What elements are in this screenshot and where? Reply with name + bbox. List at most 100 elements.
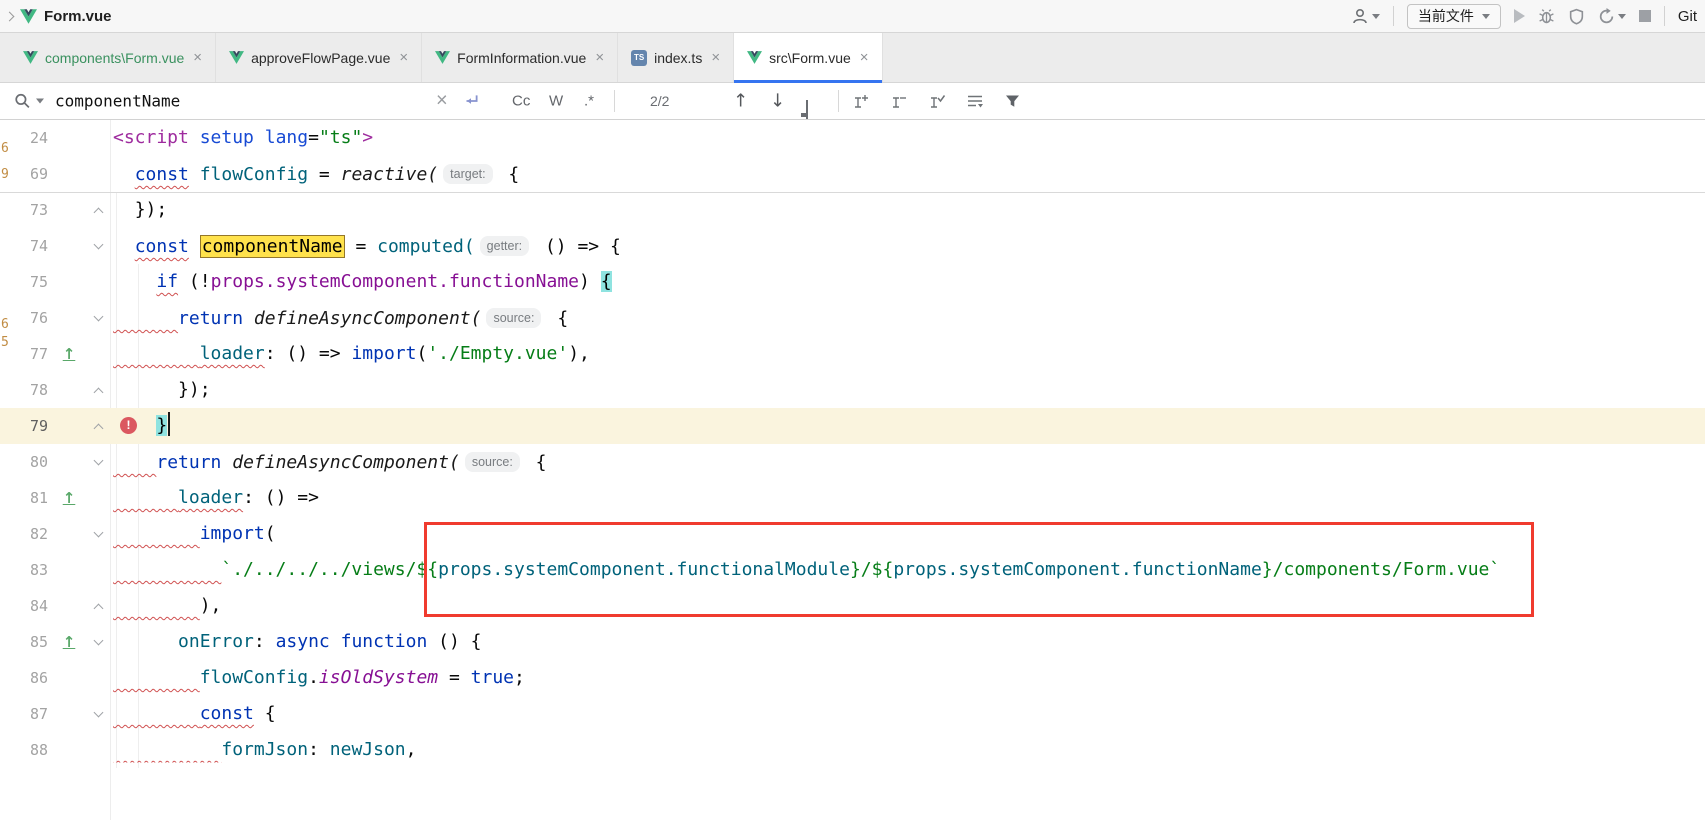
user-account-button[interactable] — [1351, 7, 1380, 25]
code-line[interactable]: 69 const flowConfig = reactive(target: { — [0, 156, 1705, 192]
code-text[interactable]: formJson: newJson, — [110, 732, 1705, 768]
code-text[interactable]: }); — [110, 372, 1705, 408]
navigate-up-gutter-icon[interactable]: ↑ — [60, 480, 78, 516]
code-text[interactable]: <script setup lang="ts"> — [110, 120, 1705, 156]
code-text[interactable]: flowConfig.isOldSystem = true; — [110, 660, 1705, 696]
line-number[interactable]: 78 — [0, 372, 48, 408]
code-line[interactable]: 76 return defineAsyncComponent(source: { — [0, 300, 1705, 336]
code-text[interactable]: const { — [110, 696, 1705, 732]
tab-components-form-vue[interactable]: components\Form.vue × — [10, 33, 216, 82]
code-text[interactable]: onError: async function () { — [110, 624, 1705, 660]
line-number[interactable]: 73 — [0, 192, 48, 228]
code-line[interactable]: 87 const { — [0, 696, 1705, 732]
search-icon[interactable] — [14, 93, 31, 110]
fold-down-icon[interactable] — [94, 312, 104, 322]
close-icon[interactable]: × — [399, 49, 408, 66]
fold-down-icon[interactable] — [94, 708, 104, 718]
line-number[interactable]: 75 — [0, 264, 48, 300]
stop-button[interactable] — [1639, 10, 1651, 22]
code-text[interactable]: import( — [110, 516, 1705, 552]
line-number[interactable]: 82 — [0, 516, 48, 552]
close-icon[interactable]: × — [595, 49, 604, 66]
search-options-icon[interactable] — [966, 93, 984, 109]
fold-up-icon[interactable] — [94, 604, 104, 614]
error-icon[interactable]: ! — [120, 417, 137, 434]
search-input[interactable] — [55, 92, 425, 111]
clear-search-icon[interactable]: × — [436, 90, 448, 113]
whole-words-toggle[interactable]: W — [549, 93, 563, 110]
run-button[interactable] — [1514, 9, 1525, 23]
code-text[interactable]: const componentName = computed(getter: (… — [110, 228, 1705, 264]
code-text[interactable]: `./../../../views/${props.systemComponen… — [110, 552, 1705, 588]
code-line[interactable]: 73 }); — [0, 192, 1705, 228]
line-number[interactable]: 81 — [0, 480, 48, 516]
previous-match-icon[interactable]: ↑ — [733, 91, 748, 112]
regex-toggle[interactable]: .* — [584, 93, 594, 110]
line-number[interactable]: 88 — [0, 732, 48, 768]
line-number[interactable]: 79 — [0, 408, 48, 444]
code-text[interactable]: }); — [110, 192, 1705, 228]
next-match-icon[interactable]: ↓ — [770, 91, 785, 112]
code-text[interactable]: loader: () => — [110, 480, 1705, 516]
code-text[interactable]: loader: () => import('./Empty.vue'), — [110, 336, 1705, 372]
code-text[interactable]: if (!props.systemComponent.functionName)… — [110, 264, 1705, 300]
line-number[interactable]: 84 — [0, 588, 48, 624]
line-number[interactable]: 85 — [0, 624, 48, 660]
code-text[interactable]: } — [110, 408, 1705, 444]
coverage-icon[interactable] — [1568, 8, 1585, 25]
navigate-up-gutter-icon[interactable]: ↑ — [60, 336, 78, 372]
code-line[interactable]: 83 `./../../../views/${props.systemCompo… — [0, 552, 1705, 588]
code-line[interactable]: 75 if (!props.systemComponent.functionNa… — [0, 264, 1705, 300]
code-text[interactable]: ), — [110, 588, 1705, 624]
code-line[interactable]: 84 ), — [0, 588, 1705, 624]
filter-icon[interactable] — [1004, 93, 1021, 109]
line-number[interactable]: 87 — [0, 696, 48, 732]
code-line[interactable]: 74 const componentName = computed(getter… — [0, 228, 1705, 264]
match-case-toggle[interactable]: Cc — [512, 93, 530, 110]
line-number[interactable]: 74 — [0, 228, 48, 264]
line-number[interactable]: 83 — [0, 552, 48, 588]
code-line[interactable]: 80 return defineAsyncComponent(source: { — [0, 444, 1705, 480]
fold-up-icon[interactable] — [94, 388, 104, 398]
editor[interactable]: 24<script setup lang="ts">69 const flowC… — [0, 120, 1705, 820]
code-line[interactable]: 77↑ loader: () => import('./Empty.vue'), — [0, 336, 1705, 372]
code-text[interactable]: return defineAsyncComponent(source: { — [110, 444, 1705, 480]
navigate-up-gutter-icon[interactable]: ↑ — [60, 624, 78, 660]
code-line[interactable]: 85 ↑ onError: async function () { — [0, 624, 1705, 660]
remove-selection-occurrence-icon[interactable] — [890, 93, 908, 109]
newline-toggle-icon[interactable] — [462, 92, 480, 110]
close-icon[interactable]: × — [860, 49, 869, 66]
fold-up-icon[interactable] — [94, 424, 104, 434]
fold-down-icon[interactable] — [94, 636, 104, 646]
line-number[interactable]: 86 — [0, 660, 48, 696]
fold-down-icon[interactable] — [94, 240, 104, 250]
line-number[interactable]: 80 — [0, 444, 48, 480]
close-icon[interactable]: × — [711, 49, 720, 66]
fold-up-icon[interactable] — [94, 208, 104, 218]
code-line[interactable]: 79! } — [0, 408, 1705, 444]
code-line[interactable]: 78 }); — [0, 372, 1705, 408]
open-in-find-window-icon[interactable] — [806, 100, 808, 119]
add-selection-occurrence-icon[interactable] — [852, 93, 870, 109]
code-line[interactable]: 86 flowConfig.isOldSystem = true; — [0, 660, 1705, 696]
debug-icon[interactable] — [1538, 8, 1555, 25]
search-history-chevron-icon[interactable] — [36, 99, 44, 104]
code-text[interactable]: return defineAsyncComponent(source: { — [110, 300, 1705, 336]
tab-src-form-vue[interactable]: src\Form.vue × — [734, 33, 882, 82]
git-menu-label[interactable]: Git — [1678, 8, 1697, 25]
tab-approveflowpage-vue[interactable]: approveFlowPage.vue × — [216, 33, 422, 82]
close-icon[interactable]: × — [193, 49, 202, 66]
select-all-occurrences-icon[interactable] — [928, 93, 946, 109]
code-line[interactable]: 24<script setup lang="ts"> — [0, 120, 1705, 156]
tab-index-ts[interactable]: TS index.ts × — [618, 33, 734, 82]
code-line[interactable]: 88 formJson: newJson, — [0, 732, 1705, 768]
chevron-right-icon[interactable] — [5, 11, 15, 21]
rerun-button[interactable] — [1598, 8, 1626, 25]
code-line[interactable]: 81 ↑ loader: () => — [0, 480, 1705, 516]
fold-down-icon[interactable] — [94, 456, 104, 466]
code-text[interactable]: const flowConfig = reactive(target: { — [110, 156, 1705, 192]
tab-forminformation-vue[interactable]: FormInformation.vue × — [422, 33, 618, 82]
run-configuration-selector[interactable]: 当前文件 — [1407, 4, 1501, 29]
fold-down-icon[interactable] — [94, 528, 104, 538]
code-line[interactable]: 82 import( — [0, 516, 1705, 552]
